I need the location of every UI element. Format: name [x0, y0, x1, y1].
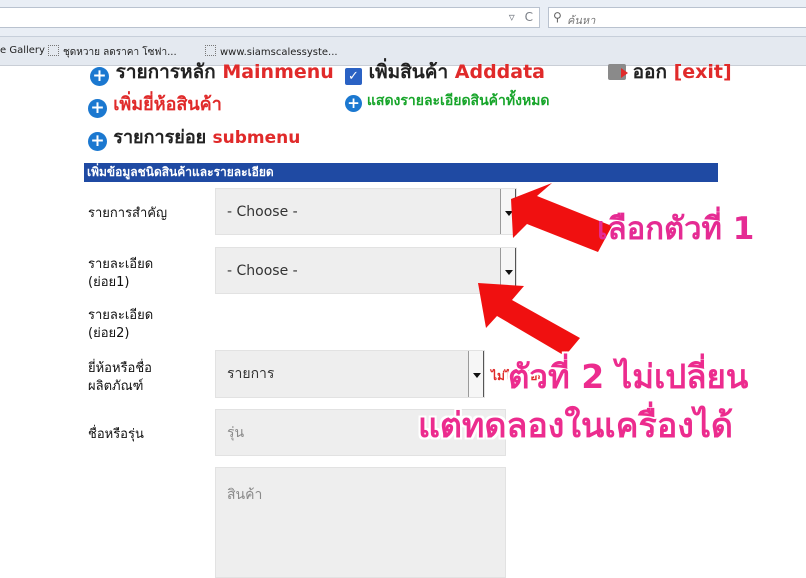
- annotation-local-test-ok: แต่ทดลองในเครื่องได้: [418, 406, 734, 446]
- annotation-second-unchanged: ตัวที่ 2 ไม่เปลี่ยน: [508, 357, 749, 396]
- red-arrow-icon: [478, 283, 580, 356]
- annotation-arrows: [478, 183, 612, 356]
- annotation-pick-first: เลือกตัวที่ 1: [597, 211, 755, 247]
